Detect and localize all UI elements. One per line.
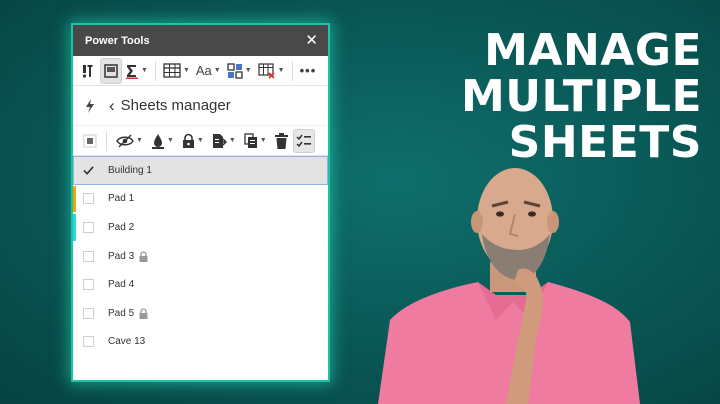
toolbar-divider	[154, 60, 156, 81]
sheet-name: Building 1	[108, 164, 152, 176]
chevron-down-icon: ▼	[196, 137, 204, 144]
delete-icon[interactable]	[273, 130, 290, 152]
table-remove-icon[interactable]: ▼	[256, 59, 287, 83]
text-format-label: Aa	[195, 63, 212, 78]
sheet-checkbox[interactable]	[83, 221, 94, 233]
chevron-down-icon: ▼	[182, 67, 190, 74]
sheet-row[interactable]: Pad 3	[73, 242, 328, 271]
close-button[interactable]: ✕	[305, 33, 318, 48]
select-all-icon[interactable]	[81, 130, 99, 152]
headline: MANAGE MULTIPLE SHEETS	[461, 28, 702, 166]
sum-icon[interactable]: ▼	[123, 59, 150, 83]
sheet-row[interactable]: Pad 2	[73, 213, 328, 242]
copy-icon[interactable]: ▼	[242, 130, 269, 152]
chevron-down-icon: ▼	[259, 137, 267, 144]
sheets-icon[interactable]	[100, 57, 122, 84]
grid-icon[interactable]: ▼	[225, 59, 254, 83]
headline-line-1: MANAGE	[484, 25, 702, 76]
sheet-row[interactable]: Building 1	[73, 156, 328, 185]
sheet-list: Building 1 Pad 1 Pad 2 Pad 3 Pad 4 Pad 5	[73, 156, 328, 356]
panel-header: Power Tools ✕	[73, 25, 328, 56]
tab-color-indicator	[73, 214, 76, 241]
lock-icon	[139, 308, 148, 319]
nav-title: Sheets manager	[120, 97, 231, 114]
sheet-checkbox[interactable]	[83, 250, 94, 262]
chevron-down-icon: ▼	[141, 67, 148, 74]
panel-title: Power Tools	[85, 34, 150, 47]
sheet-checkbox[interactable]	[83, 193, 94, 205]
chevron-down-icon: ▼	[277, 67, 285, 74]
move-icon[interactable]: ▼	[210, 130, 238, 152]
table-icon[interactable]: ▼	[161, 59, 192, 83]
checklist-icon[interactable]	[292, 128, 315, 153]
chevron-down-icon: ▼	[166, 137, 174, 144]
headline-line-2: MULTIPLE	[461, 71, 702, 122]
text-format-icon[interactable]: Aa ▼	[194, 59, 223, 83]
action-toolbar: ▼ ▼ ▼ ▼ ▼	[73, 126, 328, 156]
toolbar-divider	[291, 60, 293, 81]
sheet-name: Pad 5	[108, 307, 135, 319]
sheet-name: Pad 2	[108, 221, 135, 233]
chevron-down-icon: ▼	[136, 137, 143, 144]
sheet-row[interactable]: Pad 5	[73, 299, 328, 328]
sheet-name: Pad 3	[108, 250, 135, 262]
sheet-checkbox[interactable]	[83, 307, 94, 319]
toolbar-divider	[106, 130, 107, 151]
sheet-row[interactable]: Pad 1	[73, 185, 328, 214]
hide-icon[interactable]: ▼	[114, 130, 145, 152]
lock-icon	[139, 250, 148, 262]
sheet-name: Pad 1	[108, 193, 135, 205]
sheet-row[interactable]: Cave 13	[73, 328, 328, 357]
tab-color-indicator	[73, 185, 76, 213]
power-tools-panel: Power Tools ✕ ▼ ▼ Aa ▼ ▼ ▼ ••• ‹ Sheets …	[73, 25, 328, 380]
back-chevron-icon[interactable]: ‹	[109, 97, 115, 114]
more-icon[interactable]: •••	[298, 59, 319, 83]
checkmark-icon	[83, 166, 94, 175]
sheet-name: Cave 13	[108, 336, 146, 348]
chevron-down-icon: ▼	[213, 67, 221, 74]
sheet-checkbox[interactable]	[83, 165, 94, 176]
fill-color-icon[interactable]: ▼	[149, 130, 176, 152]
presenter-photo	[378, 168, 640, 404]
sheet-checkbox[interactable]	[83, 279, 94, 291]
tools-icon[interactable]	[79, 59, 99, 83]
nav-row: ‹ Sheets manager	[73, 86, 328, 126]
chevron-down-icon: ▼	[228, 137, 236, 144]
chevron-down-icon: ▼	[244, 67, 252, 74]
lightning-icon[interactable]	[83, 98, 97, 113]
lock-icon[interactable]: ▼	[180, 130, 206, 152]
toolbar: ▼ ▼ Aa ▼ ▼ ▼ •••	[73, 56, 328, 86]
sheet-row[interactable]: Pad 4	[73, 270, 328, 299]
sheet-checkbox[interactable]	[83, 336, 94, 348]
sheet-name: Pad 4	[108, 279, 135, 291]
